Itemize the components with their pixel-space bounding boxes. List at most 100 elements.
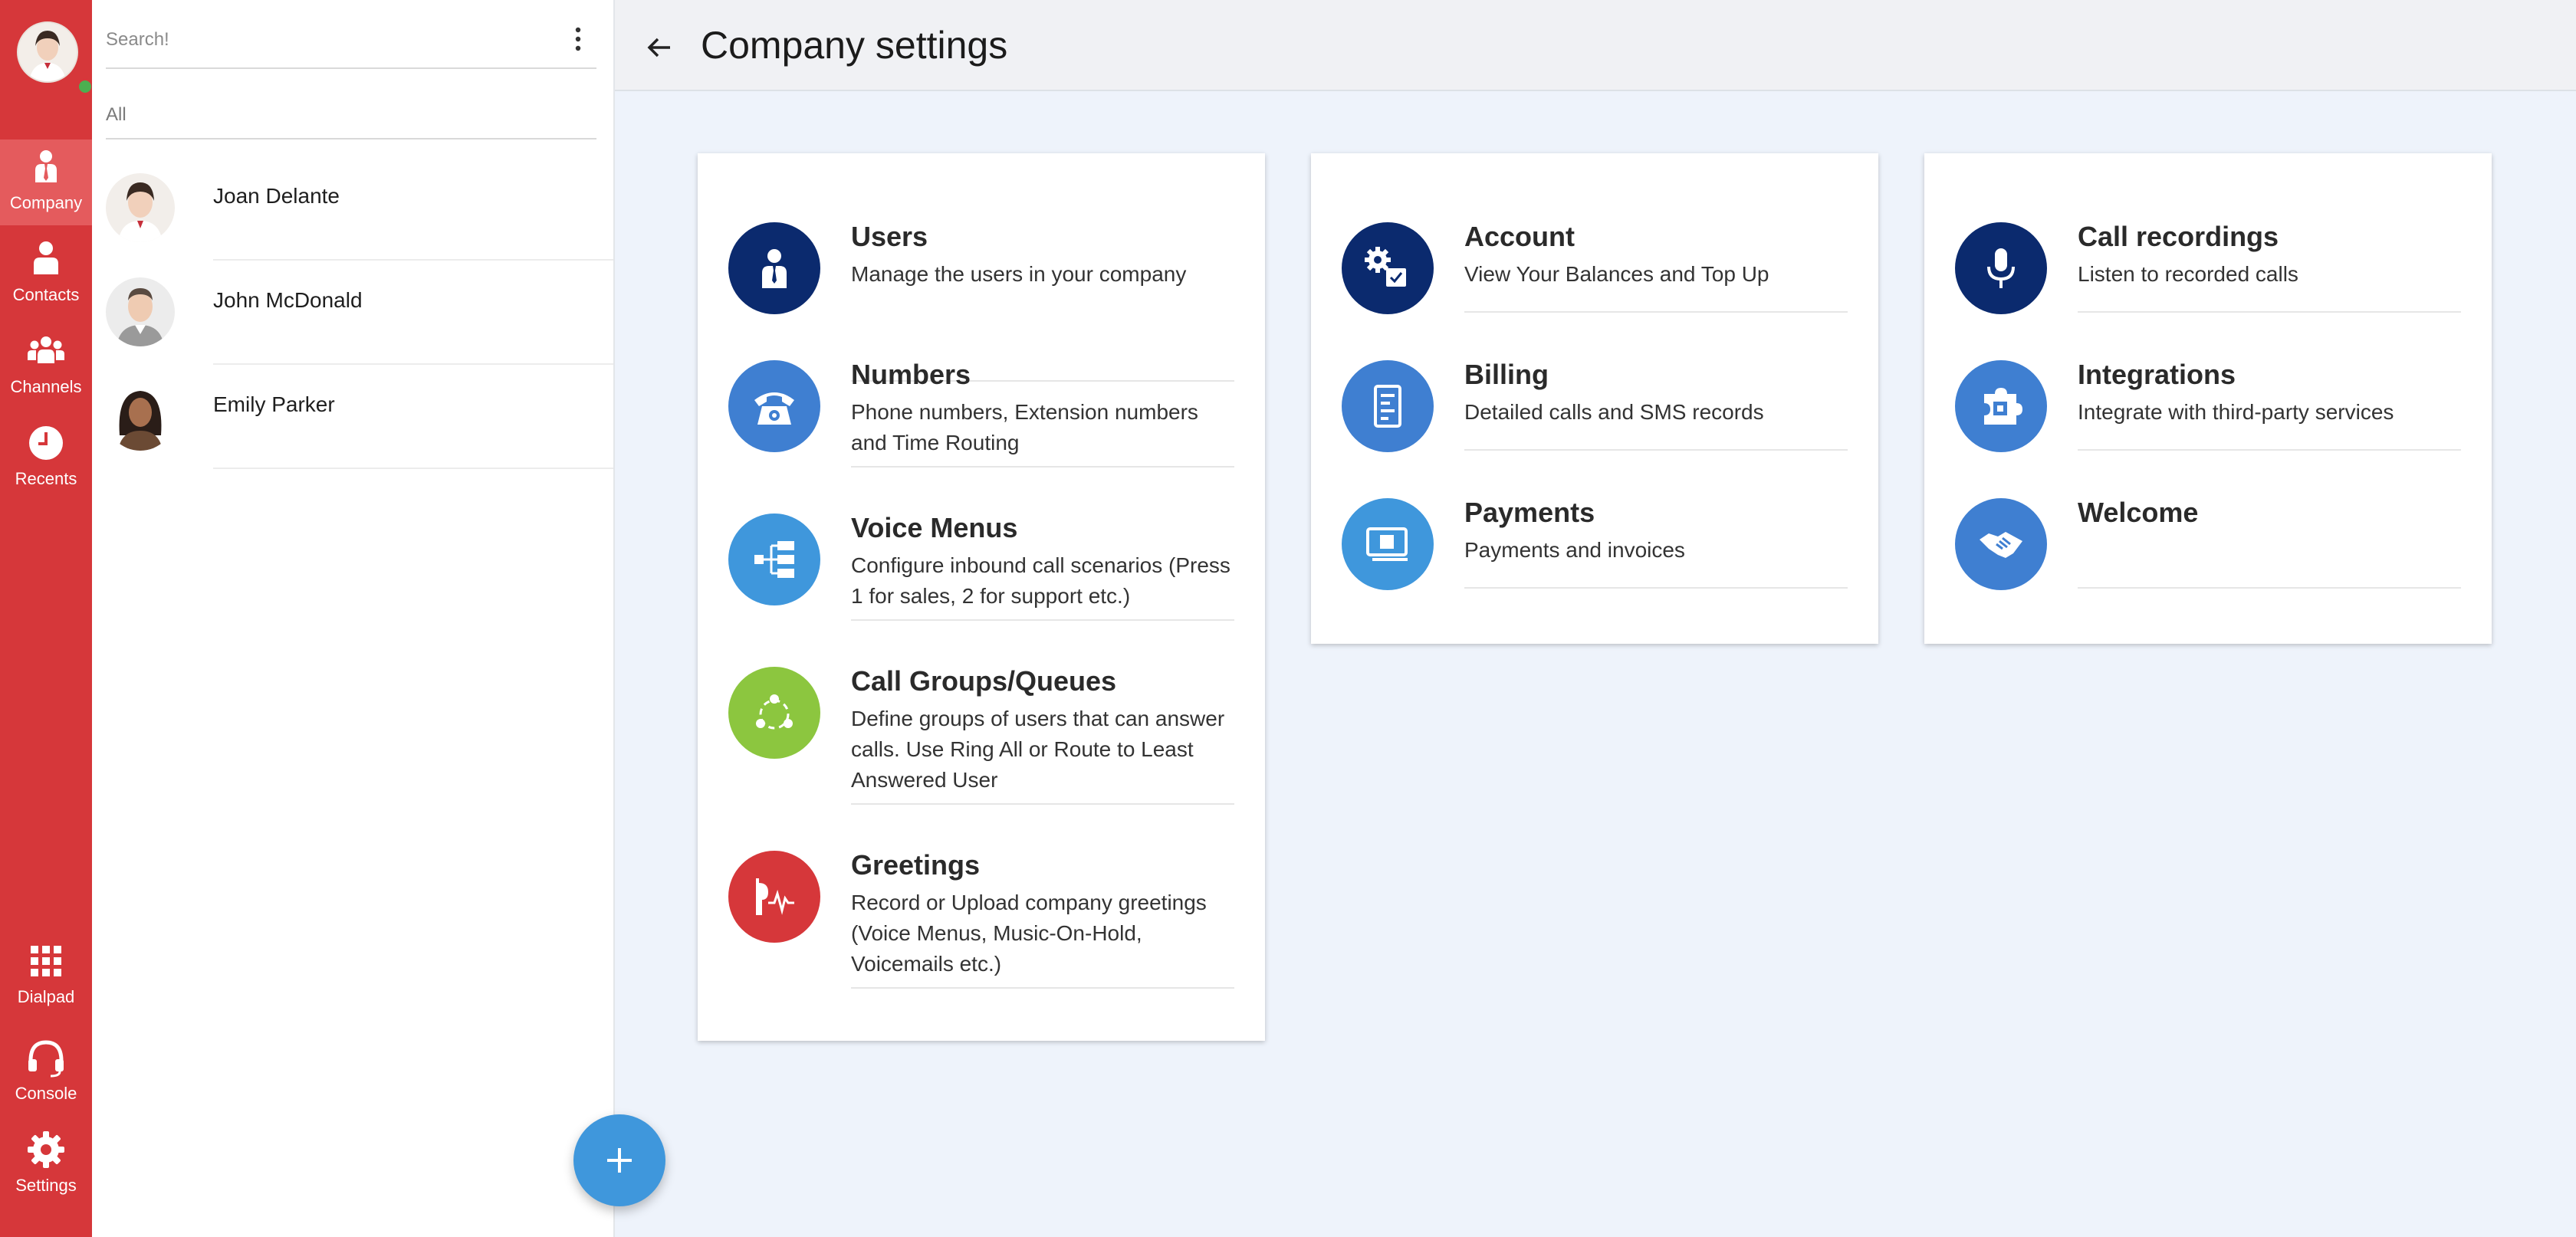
numbers-icon-circle [728,360,820,452]
item-title: Payments [1464,497,1595,528]
divider [851,466,1234,468]
dialpad-icon [31,946,61,976]
nav-dialpad[interactable]: Dialpad [0,933,92,1019]
microphone-icon [1987,248,2015,288]
nav-label: Company [9,193,83,212]
online-status-dot [77,78,94,95]
arrow-back-icon[interactable] [644,32,675,63]
nav-recents[interactable]: Recents [0,415,92,501]
settings-item-call-groups[interactable]: Call Groups/Queues Define groups of user… [728,665,1234,820]
contact-item[interactable]: John McDonald [106,277,613,382]
nav-label: Recents [15,469,77,488]
nav-company[interactable]: Company [0,139,92,225]
divider [851,803,1234,805]
contacts-icon [34,241,58,274]
settings-item-voice-menus[interactable]: Voice Menus Configure inbound call scena… [728,512,1234,644]
divider [2078,311,2461,313]
nav-console[interactable]: Console [0,1030,92,1116]
puzzle-icon [1984,388,2022,425]
item-title: Greetings [851,849,981,881]
presence-wrapper [17,21,94,95]
nav-label: Console [15,1084,77,1103]
integrations-icon-circle [1955,360,2047,452]
divider [1464,449,1848,451]
billing-icon-circle [1342,360,1434,452]
filter-label: All [106,104,127,125]
avatar [106,382,175,451]
greetings-icon-circle [728,851,820,943]
item-title: Call Groups/Queues [851,665,1117,697]
item-title: Voice Menus [851,512,1018,543]
item-title: Users [851,221,928,252]
nav-channels[interactable]: Channels [0,323,92,409]
account-settings-icon [1365,247,1406,287]
gear-icon [28,1131,64,1168]
contact-name: Joan Delante [213,184,340,208]
settings-item-account[interactable]: Account View Your Balances and Top Up [1342,221,1848,322]
item-title: Numbers [851,359,971,390]
item-description: View Your Balances and Top Up [1464,262,1769,286]
item-description: Phone numbers, Extension numbers and Tim… [851,400,1198,454]
company-icon [35,150,57,182]
avatar [106,277,175,346]
divider [1464,587,1848,589]
user-tie-icon [762,249,787,288]
settings-item-welcome[interactable]: Welcome [1955,497,2461,598]
welcome-icon-circle [1955,498,2047,590]
divider [213,363,613,365]
plus-icon [607,1148,632,1173]
contacts-filter[interactable]: All [106,101,596,139]
settings-item-call-recordings[interactable]: Call recordings Listen to recorded calls [1955,221,2461,322]
avatar-portrait-icon [106,277,175,346]
avatar [106,173,175,242]
nav-label: Dialpad [17,987,75,1006]
item-title: Call recordings [2078,221,2279,252]
contact-item[interactable]: Emily Parker [106,382,613,486]
contact-item[interactable]: Joan Delante [106,173,613,277]
nav-contacts[interactable]: Contacts [0,231,92,317]
divider [851,619,1234,621]
contacts-panel: Search! All Joan Delante John McDonald E… [92,0,665,1237]
handshake-icon [1980,532,2022,558]
settings-item-integrations[interactable]: Integrations Integrate with third-party … [1955,359,2461,460]
avatar-portrait-icon [106,173,175,242]
nav-label: Channels [10,377,82,396]
settings-item-payments[interactable]: Payments Payments and invoices [1342,497,1848,598]
item-description: Configure inbound call scenarios (Press … [851,553,1230,608]
item-title: Welcome [2078,497,2199,528]
contact-name: Emily Parker [213,392,335,416]
settings-item-users[interactable]: Users Manage the users in your company [728,221,1234,382]
page-header: Company settings [615,0,2576,91]
account-icon-circle [1342,222,1434,314]
recents-icon [29,426,63,460]
add-contact-button[interactable] [573,1114,665,1206]
nav-label: Contacts [12,285,80,304]
nav-label: Settings [15,1176,77,1195]
group-cycle-icon [756,694,793,730]
item-description: Manage the users in your company [851,262,1187,286]
nav-settings[interactable]: Settings [0,1122,92,1208]
settings-item-numbers[interactable]: Numbers Phone numbers, Extension numbers… [728,359,1234,483]
divider [213,468,613,469]
telephone-icon [754,392,794,425]
contact-name: John McDonald [213,288,363,312]
payments-icon-circle [1342,498,1434,590]
settings-item-billing[interactable]: Billing Detailed calls and SMS records [1342,359,1848,460]
item-description: Define groups of users that can answer c… [851,707,1225,792]
search-input[interactable]: Search! [106,18,596,69]
call-groups-icon-circle [728,667,820,759]
item-description: Payments and invoices [1464,538,1685,562]
users-icon-circle [728,222,820,314]
item-description: Detailed calls and SMS records [1464,400,1764,424]
divider [213,259,613,261]
divider [1464,311,1848,313]
settings-card: Users Manage the users in your company N… [698,153,1265,1041]
item-title: Billing [1464,359,1549,390]
settings-item-greetings[interactable]: Greetings Record or Upload company greet… [728,849,1234,1004]
app-rail: Company Contacts Channels Recents Dialpa… [0,0,94,1237]
voice-menus-icon-circle [728,514,820,605]
more-vert-icon[interactable] [573,26,583,52]
item-title: Account [1464,221,1575,252]
settings-card: Account View Your Balances and Top Up Bi… [1311,153,1878,644]
divider [2078,449,2461,451]
